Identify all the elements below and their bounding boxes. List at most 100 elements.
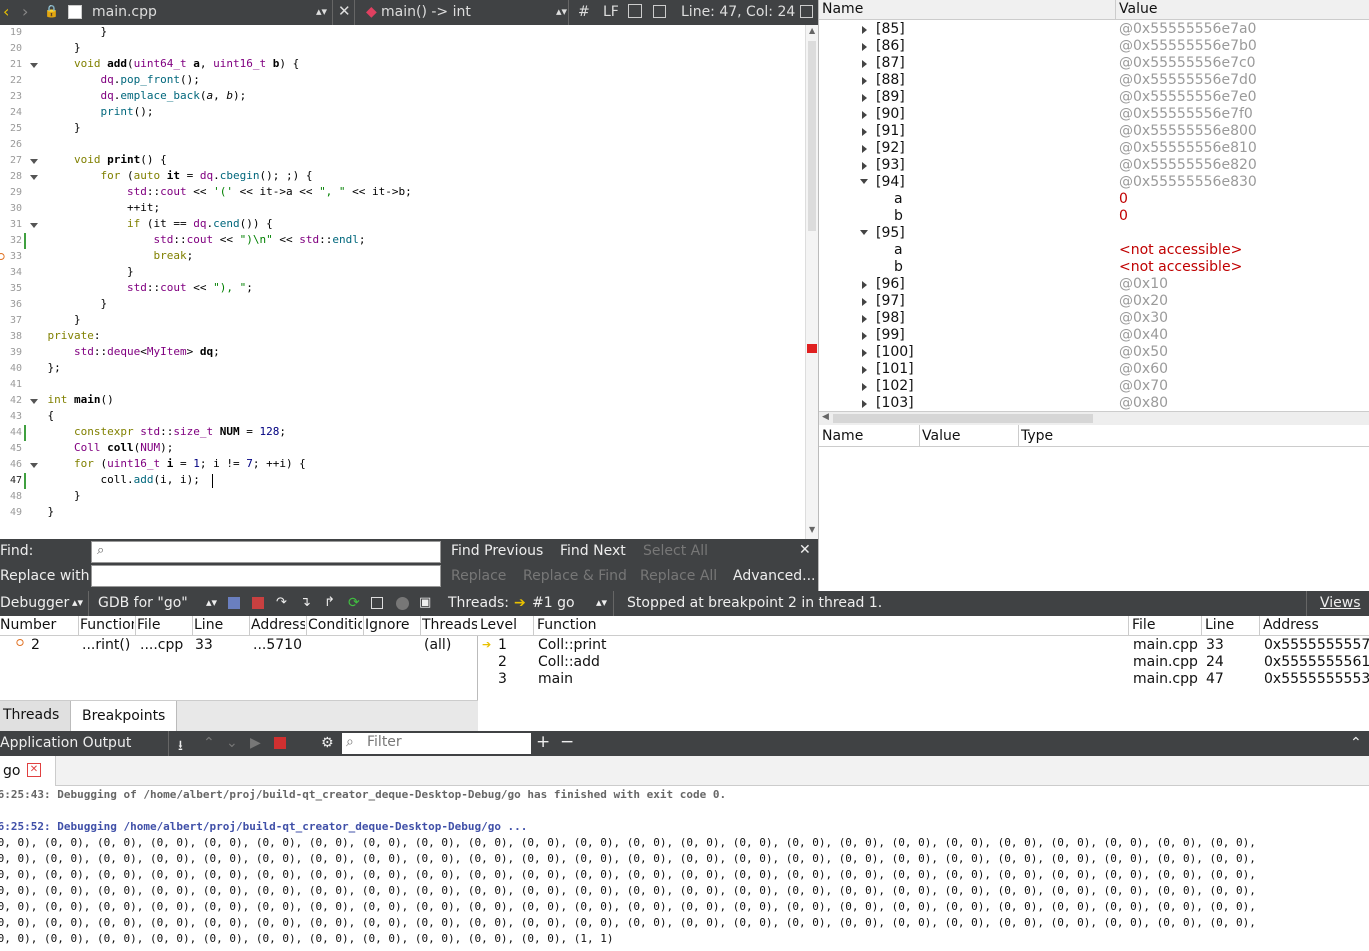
bp-function[interactable]: ...rint() <box>82 637 130 653</box>
function-dropdown-icon[interactable]: ▴▾ <box>556 5 567 18</box>
code-line[interactable]: dq.pop_front(); <box>21 73 199 86</box>
locals-hscrollbar[interactable]: ◀ <box>819 411 1369 425</box>
code-line[interactable]: dq.emplace_back(a, b); <box>21 89 246 102</box>
zoom-out-icon[interactable]: − <box>560 732 574 752</box>
stack-col-header[interactable]: Function <box>537 617 597 633</box>
line-number[interactable]: 26 <box>0 139 22 150</box>
expand-icon[interactable] <box>862 60 867 68</box>
tab-threads[interactable]: Threads <box>3 707 59 723</box>
line-number[interactable]: 46 <box>0 459 22 470</box>
code-line[interactable]: } <box>21 121 81 134</box>
locals-row[interactable]: [97] @0x20 <box>819 293 1369 310</box>
line-number[interactable]: 35 <box>0 283 22 294</box>
locals-row[interactable]: [88] @0x55555556e7d0 <box>819 72 1369 89</box>
line-number[interactable]: 21 <box>0 59 22 70</box>
stack-function[interactable]: main <box>538 671 573 687</box>
locals-row[interactable]: [102] @0x70 <box>819 378 1369 395</box>
record-icon[interactable] <box>396 597 409 610</box>
expand-icon[interactable] <box>862 111 867 119</box>
line-number[interactable]: 23 <box>0 91 22 102</box>
line-ending[interactable]: LF <box>603 4 619 20</box>
code-line[interactable]: for (uint16_t i = 1; i != 7; ++i) { <box>21 457 306 470</box>
locals-row[interactable]: a0 <box>819 191 1369 208</box>
line-number[interactable]: 36 <box>0 299 22 310</box>
replace-button[interactable]: Replace <box>451 568 506 584</box>
line-number[interactable]: 19 <box>0 27 22 38</box>
bp-threads[interactable]: (all) <box>424 637 451 653</box>
code-line[interactable]: std::cout << ")\n" << std::endl; <box>21 233 365 246</box>
locals-row[interactable]: [93] @0x55555556e820 <box>819 157 1369 174</box>
code-line[interactable]: constexpr std::size_t NUM = 128; <box>21 425 286 438</box>
find-previous-button[interactable]: Find Previous <box>451 543 543 559</box>
scroll-down-icon[interactable]: ▼ <box>809 525 815 534</box>
line-number[interactable]: 32 <box>0 235 22 246</box>
continue-icon[interactable] <box>228 597 240 609</box>
bp-col-header[interactable]: Ignore <box>365 617 419 633</box>
stack-line[interactable]: 33 <box>1206 637 1224 653</box>
expr-col-type[interactable]: Type <box>1021 428 1053 444</box>
select-all-button[interactable]: Select All <box>643 543 708 559</box>
engine-dropdown-icon[interactable]: ▴▾ <box>206 596 217 609</box>
line-number[interactable]: 25 <box>0 123 22 134</box>
line-number[interactable]: 29 <box>0 187 22 198</box>
code-line[interactable]: } <box>21 313 81 326</box>
settings-gear-icon[interactable]: ⚙ <box>321 735 334 751</box>
code-line[interactable]: if (it == dq.cend()) { <box>21 217 273 230</box>
code-line[interactable]: } <box>21 297 107 310</box>
expand-icon[interactable] <box>862 145 867 153</box>
line-number[interactable]: 41 <box>0 379 22 390</box>
bp-number[interactable]: 2 <box>31 637 40 653</box>
stop-icon[interactable] <box>252 597 264 609</box>
locals-row[interactable]: [103] @0x80 <box>819 395 1369 412</box>
locals-row[interactable]: [98] @0x30 <box>819 310 1369 327</box>
line-number[interactable]: 30 <box>0 203 22 214</box>
expand-icon[interactable] <box>862 43 867 51</box>
expr-col-name[interactable]: Name <box>822 428 863 444</box>
expand-icon[interactable] <box>862 315 867 323</box>
step-into-icon[interactable]: ↴ <box>300 595 311 610</box>
code-line[interactable]: Coll coll(NUM); <box>21 441 173 454</box>
stack-function[interactable]: Coll::print <box>538 637 606 653</box>
bp-col-header[interactable]: Function <box>80 617 134 633</box>
expand-icon[interactable] <box>862 332 867 340</box>
replace-input[interactable] <box>91 565 441 587</box>
collapse-icon[interactable] <box>860 179 868 184</box>
outline-icon[interactable] <box>653 5 666 18</box>
locals-row[interactable]: [87] @0x55555556e7c0 <box>819 55 1369 72</box>
stack-level[interactable]: 2 <box>498 654 507 670</box>
stack-file[interactable]: main.cpp <box>1133 671 1198 687</box>
line-number[interactable]: 49 <box>0 507 22 518</box>
stack-level[interactable]: 3 <box>498 671 507 687</box>
locals-row[interactable]: b0 <box>819 208 1369 225</box>
locals-row[interactable]: [95] <box>819 225 1369 242</box>
locals-row[interactable]: [96] @0x10 <box>819 276 1369 293</box>
mode-dropdown-icon[interactable]: ▴▾ <box>72 596 83 609</box>
line-number[interactable]: 27 <box>0 155 22 166</box>
output-tab-go[interactable]: go ✕ <box>0 756 56 786</box>
locals-view[interactable]: Name Value [85] @0x55555556e7a0 [86] @0x555… <box>818 0 1369 425</box>
file-dropdown-icon[interactable]: ▴▾ <box>316 5 327 18</box>
collapse-icon[interactable] <box>860 230 868 235</box>
locals-row[interactable]: [94] @0x55555556e830 <box>819 174 1369 191</box>
bp-address[interactable]: ...5710 <box>253 637 302 653</box>
operate-by-instruction-icon[interactable] <box>371 597 383 609</box>
stack-address[interactable]: 0x5555555557 <box>1264 637 1369 653</box>
stack-col-header[interactable]: Line <box>1205 617 1234 633</box>
code-line[interactable]: coll.add(i, i); <box>21 473 199 486</box>
line-number[interactable]: 22 <box>0 75 22 86</box>
snapshot-icon[interactable]: ▣ <box>419 595 431 610</box>
output-filter-input[interactable]: ⌕ Filter <box>342 733 531 754</box>
locals-row[interactable]: b <not accessible> <box>819 259 1369 276</box>
code-line[interactable]: private: <box>21 329 101 342</box>
code-line[interactable]: } <box>21 505 54 518</box>
line-number[interactable]: 38 <box>0 331 22 342</box>
split-editor-icon[interactable] <box>800 5 813 18</box>
bp-col-header[interactable]: Number <box>0 617 77 633</box>
stack-address[interactable]: 0x5555555553b <box>1264 671 1369 687</box>
collapse-pane-icon[interactable]: ⌃ <box>1350 735 1362 751</box>
locals-row[interactable]: a <not accessible> <box>819 242 1369 259</box>
expressions-view[interactable]: Name Value Type <box>818 425 1369 591</box>
locals-row[interactable]: [91] @0x55555556e800 <box>819 123 1369 140</box>
locals-row[interactable]: [89] @0x55555556e7e0 <box>819 89 1369 106</box>
stack-function[interactable]: Coll::add <box>538 654 600 670</box>
